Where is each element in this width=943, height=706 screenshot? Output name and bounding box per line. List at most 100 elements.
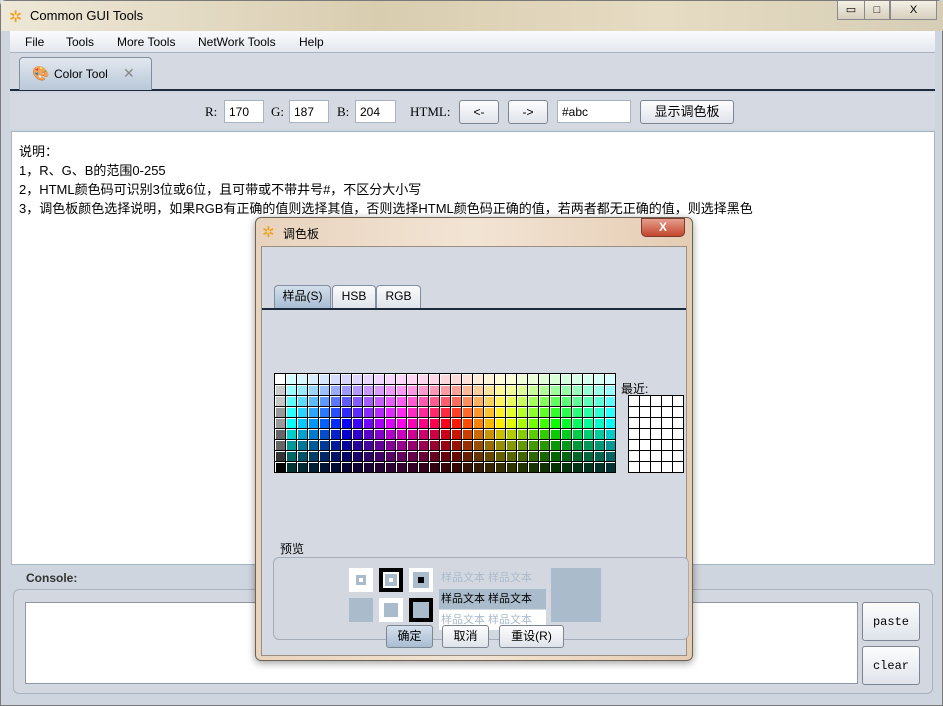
- recent-swatch[interactable]: [640, 407, 650, 417]
- swatch[interactable]: [396, 385, 406, 395]
- recent-swatch[interactable]: [640, 440, 650, 450]
- swatch[interactable]: [275, 396, 285, 406]
- swatch[interactable]: [572, 462, 582, 472]
- recent-swatch-grid[interactable]: [628, 395, 684, 473]
- menu-network-tools[interactable]: NetWork Tools: [198, 35, 276, 49]
- swatch[interactable]: [385, 440, 395, 450]
- swatch[interactable]: [539, 440, 549, 450]
- swatch[interactable]: [374, 396, 384, 406]
- swatch[interactable]: [275, 451, 285, 461]
- recent-swatch[interactable]: [629, 462, 639, 472]
- swatch[interactable]: [352, 374, 362, 384]
- swatch[interactable]: [506, 451, 516, 461]
- swatch[interactable]: [418, 429, 428, 439]
- swatch[interactable]: [572, 440, 582, 450]
- recent-swatch[interactable]: [629, 451, 639, 461]
- recent-swatch[interactable]: [662, 440, 672, 450]
- swatch[interactable]: [385, 374, 395, 384]
- swatch[interactable]: [528, 407, 538, 417]
- swatch[interactable]: [539, 462, 549, 472]
- swatch[interactable]: [330, 462, 340, 472]
- swatch[interactable]: [440, 462, 450, 472]
- recent-swatch[interactable]: [673, 451, 683, 461]
- swatch[interactable]: [484, 418, 494, 428]
- swatch[interactable]: [594, 407, 604, 417]
- swatch[interactable]: [473, 385, 483, 395]
- swatch[interactable]: [506, 374, 516, 384]
- swatch[interactable]: [528, 440, 538, 450]
- swatch[interactable]: [462, 407, 472, 417]
- swatch[interactable]: [517, 385, 527, 395]
- swatch[interactable]: [572, 385, 582, 395]
- swatch[interactable]: [550, 385, 560, 395]
- swatch[interactable]: [407, 429, 417, 439]
- swatch[interactable]: [407, 418, 417, 428]
- maximize-button[interactable]: □: [864, 1, 890, 20]
- recent-swatch[interactable]: [640, 429, 650, 439]
- swatch[interactable]: [396, 429, 406, 439]
- swatch[interactable]: [385, 462, 395, 472]
- swatch[interactable]: [341, 462, 351, 472]
- swatch[interactable]: [440, 418, 450, 428]
- swatch[interactable]: [495, 385, 505, 395]
- tab-swatches[interactable]: 样品(S): [274, 285, 331, 308]
- swatch[interactable]: [352, 440, 362, 450]
- menu-file[interactable]: File: [25, 35, 44, 49]
- swatch[interactable]: [385, 418, 395, 428]
- swatch[interactable]: [385, 385, 395, 395]
- swatch[interactable]: [561, 407, 571, 417]
- swatch[interactable]: [550, 462, 560, 472]
- swatch[interactable]: [517, 440, 527, 450]
- swatch[interactable]: [330, 451, 340, 461]
- tab-color-tool[interactable]: 🎨 Color Tool ✕: [19, 57, 152, 90]
- html-input[interactable]: [557, 100, 631, 123]
- swatch[interactable]: [462, 396, 472, 406]
- swatch[interactable]: [385, 429, 395, 439]
- swatch[interactable]: [506, 440, 516, 450]
- recent-swatch[interactable]: [673, 440, 683, 450]
- swatch[interactable]: [418, 407, 428, 417]
- swatch[interactable]: [539, 429, 549, 439]
- recent-swatch[interactable]: [629, 440, 639, 450]
- swatch[interactable]: [506, 429, 516, 439]
- swatch[interactable]: [473, 451, 483, 461]
- swatch[interactable]: [561, 451, 571, 461]
- swatch[interactable]: [561, 440, 571, 450]
- swatch[interactable]: [506, 418, 516, 428]
- swatch[interactable]: [495, 418, 505, 428]
- swatch[interactable]: [341, 451, 351, 461]
- recent-swatch[interactable]: [640, 396, 650, 406]
- swatch[interactable]: [363, 440, 373, 450]
- swatch[interactable]: [418, 418, 428, 428]
- swatch[interactable]: [495, 407, 505, 417]
- swatch[interactable]: [473, 407, 483, 417]
- swatch[interactable]: [429, 418, 439, 428]
- show-palette-button[interactable]: 显示调色板: [640, 100, 734, 124]
- swatch[interactable]: [297, 451, 307, 461]
- swatch[interactable]: [451, 385, 461, 395]
- recent-swatch[interactable]: [662, 418, 672, 428]
- swatch[interactable]: [528, 429, 538, 439]
- swatch[interactable]: [550, 407, 560, 417]
- recent-swatch[interactable]: [640, 462, 650, 472]
- swatch[interactable]: [561, 462, 571, 472]
- swatch[interactable]: [286, 385, 296, 395]
- swatch[interactable]: [286, 462, 296, 472]
- swatch[interactable]: [330, 407, 340, 417]
- swatch[interactable]: [572, 407, 582, 417]
- swatch[interactable]: [396, 374, 406, 384]
- swatch[interactable]: [462, 429, 472, 439]
- swatch[interactable]: [583, 396, 593, 406]
- swatch[interactable]: [275, 462, 285, 472]
- swatch[interactable]: [308, 385, 318, 395]
- swatch[interactable]: [330, 440, 340, 450]
- swatch[interactable]: [495, 396, 505, 406]
- swatch[interactable]: [484, 396, 494, 406]
- swatch[interactable]: [495, 462, 505, 472]
- swatch[interactable]: [462, 418, 472, 428]
- swatch[interactable]: [341, 385, 351, 395]
- swatch[interactable]: [341, 429, 351, 439]
- swatch[interactable]: [594, 440, 604, 450]
- swatch[interactable]: [594, 374, 604, 384]
- swatch[interactable]: [451, 374, 461, 384]
